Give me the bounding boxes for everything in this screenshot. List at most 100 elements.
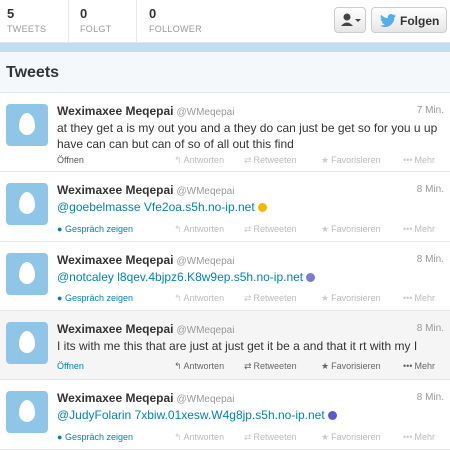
more-icon: ••• bbox=[403, 432, 413, 442]
star-icon: ★ bbox=[321, 293, 330, 303]
retweet-label: Retweeten bbox=[253, 224, 297, 234]
retweet-action[interactable]: ⇄ Retweeten bbox=[244, 361, 297, 372]
retweet-icon: ⇄ bbox=[244, 224, 252, 234]
tweet[interactable]: Weximaxee Meqepai @WMeqepai 8 Min. @notca… bbox=[0, 242, 450, 311]
tweet-author[interactable]: Weximaxee Meqepai @WMeqepai bbox=[57, 104, 234, 118]
tweet-author[interactable]: Weximaxee Meqepai @WMeqepai bbox=[57, 253, 234, 267]
star-icon: ★ bbox=[321, 155, 330, 165]
more-action[interactable]: ••• Mehr bbox=[403, 224, 435, 234]
timeline-header: Tweets bbox=[0, 52, 450, 93]
conversation-link[interactable]: ● Gespräch zeigen bbox=[57, 224, 133, 234]
favorite-action[interactable]: ★ Favorisieren bbox=[321, 224, 381, 235]
avatar[interactable] bbox=[6, 391, 48, 433]
egg-avatar-icon bbox=[19, 113, 35, 135]
follow-button[interactable]: Folgen bbox=[371, 7, 447, 33]
avatar[interactable] bbox=[6, 322, 48, 364]
favorite-action[interactable]: ★ Favorisieren bbox=[321, 155, 381, 166]
reply-action[interactable]: ↰ Antworten bbox=[174, 224, 224, 235]
more-icon: ••• bbox=[403, 224, 413, 234]
egg-avatar-icon bbox=[19, 192, 35, 214]
reply-action[interactable]: ↰ Antworten bbox=[174, 155, 224, 166]
stat-tweets-label: TWEETS bbox=[7, 24, 47, 34]
divider bbox=[68, 0, 69, 42]
avatar[interactable] bbox=[6, 183, 48, 225]
author-name: Weximaxee Meqepai bbox=[57, 183, 174, 197]
tweet[interactable]: Weximaxee Meqepai @WMeqepai 7 Min. at the… bbox=[0, 93, 450, 172]
tweet[interactable]: Weximaxee Meqepai @WMeqepai 8 Min. @JudyF… bbox=[0, 380, 450, 450]
egg-avatar-icon bbox=[19, 262, 35, 284]
author-handle: @WMeqepai bbox=[176, 256, 235, 267]
retweet-action[interactable]: ⇄ Retweeten bbox=[244, 293, 297, 304]
tweet-timestamp[interactable]: 8 Min. bbox=[417, 254, 444, 265]
tweet-author[interactable]: Weximaxee Meqepai @WMeqepai bbox=[57, 322, 234, 336]
reply-action[interactable]: ↰ Antworten bbox=[174, 432, 224, 443]
expand-link[interactable]: Öffnen bbox=[57, 361, 84, 371]
tweet-actions: ● Gespräch zeigen ↰ Antworten ⇄ Retweeten … bbox=[57, 293, 447, 307]
user-actions-button[interactable] bbox=[334, 7, 366, 33]
stat-tweets[interactable]: 5 TWEETS bbox=[7, 6, 46, 38]
stat-following[interactable]: 0 FOLGT bbox=[80, 6, 112, 38]
conversation-label: Gespräch zeigen bbox=[64, 224, 133, 234]
egg-avatar-icon bbox=[19, 331, 35, 353]
reply-icon: ↰ bbox=[174, 155, 182, 165]
url-link[interactable]: l8qev.4bjpz6.K8w9ep.s5h.no-ip.net bbox=[117, 270, 303, 284]
author-name: Weximaxee Meqepai bbox=[57, 322, 174, 336]
more-action[interactable]: ••• Mehr bbox=[403, 361, 435, 371]
stat-followers[interactable]: 0 FOLLOWER bbox=[149, 6, 202, 38]
retweet-icon: ⇄ bbox=[244, 361, 252, 371]
stat-following-label: FOLGT bbox=[80, 24, 112, 34]
tweet[interactable]: Weximaxee Meqepai @WMeqepai 8 Min. @goebe… bbox=[0, 172, 450, 242]
favorite-action[interactable]: ★ Favorisieren bbox=[321, 361, 381, 372]
expand-link[interactable]: Öffnen bbox=[57, 155, 84, 165]
stat-followers-count: 0 bbox=[149, 6, 157, 21]
tweet-author[interactable]: Weximaxee Meqepai @WMeqepai bbox=[57, 391, 234, 405]
conversation-link[interactable]: ● Gespräch zeigen bbox=[57, 432, 133, 442]
tweet-timestamp[interactable]: 8 Min. bbox=[417, 184, 444, 195]
retweet-action[interactable]: ⇄ Retweeten bbox=[244, 224, 297, 235]
favorite-label: Favorisieren bbox=[331, 432, 381, 442]
reply-icon: ↰ bbox=[174, 293, 182, 303]
tweet-timestamp[interactable]: 7 Min. bbox=[417, 105, 444, 116]
favorite-label: Favorisieren bbox=[331, 361, 381, 371]
url-link[interactable]: 7xbiw.01xesw.W4g8jp.s5h.no-ip.net bbox=[135, 408, 325, 422]
more-action[interactable]: ••• Mehr bbox=[403, 293, 435, 303]
stat-followers-label: FOLLOWER bbox=[149, 24, 202, 34]
media-badge-icon bbox=[257, 203, 267, 212]
twitter-bird-icon bbox=[380, 14, 396, 27]
more-action[interactable]: ••• Mehr bbox=[403, 432, 435, 442]
retweet-action[interactable]: ⇄ Retweeten bbox=[244, 432, 297, 443]
reply-label: Antworten bbox=[183, 224, 225, 234]
speech-bubble-icon: ● bbox=[57, 432, 63, 442]
reply-action[interactable]: ↰ Antworten bbox=[174, 293, 224, 304]
retweet-icon: ⇄ bbox=[244, 293, 252, 303]
conversation-link[interactable]: ● Gespräch zeigen bbox=[57, 293, 133, 303]
retweet-action[interactable]: ⇄ Retweeten bbox=[244, 155, 297, 166]
tweet[interactable]: Weximaxee Meqepai @WMeqepai 8 Min. I its … bbox=[0, 311, 450, 380]
star-icon: ★ bbox=[321, 432, 330, 442]
tweet-author[interactable]: Weximaxee Meqepai @WMeqepai bbox=[57, 183, 234, 197]
url-link[interactable]: Vfe2oa.s5h.no-ip.net bbox=[144, 200, 255, 214]
mention-link[interactable]: @JudyFolarin bbox=[57, 408, 131, 422]
tweet-timestamp[interactable]: 8 Min. bbox=[417, 392, 444, 403]
avatar[interactable] bbox=[6, 104, 48, 146]
retweet-label: Retweeten bbox=[253, 293, 297, 303]
author-handle: @WMeqepai bbox=[176, 394, 235, 405]
mention-link[interactable]: @notcaley bbox=[57, 270, 114, 284]
retweet-icon: ⇄ bbox=[244, 432, 252, 442]
more-action[interactable]: ••• Mehr bbox=[403, 155, 435, 165]
mention-link[interactable]: @goebelmasse bbox=[57, 200, 141, 214]
tweet-actions: ● Gespräch zeigen ↰ Antworten ⇄ Retweeten … bbox=[57, 432, 447, 446]
media-badge-icon bbox=[306, 273, 316, 282]
tweet-actions: ● Gespräch zeigen ↰ Antworten ⇄ Retweeten … bbox=[57, 224, 447, 238]
tweet-text: I its with me this that are just at just… bbox=[57, 339, 418, 353]
favorite-action[interactable]: ★ Favorisieren bbox=[321, 293, 381, 304]
avatar[interactable] bbox=[6, 253, 48, 295]
favorite-action[interactable]: ★ Favorisieren bbox=[321, 432, 381, 443]
tweet-timestamp[interactable]: 8 Min. bbox=[417, 323, 444, 334]
author-name: Weximaxee Meqepai bbox=[57, 253, 174, 267]
retweet-icon: ⇄ bbox=[244, 155, 252, 165]
tweet-text: @JudyFolarin 7xbiw.01xesw.W4g8jp.s5h.no-… bbox=[57, 407, 445, 423]
reply-action[interactable]: ↰ Antworten bbox=[174, 361, 224, 372]
retweet-label: Retweeten bbox=[253, 432, 297, 442]
speech-bubble-icon: ● bbox=[57, 224, 63, 234]
